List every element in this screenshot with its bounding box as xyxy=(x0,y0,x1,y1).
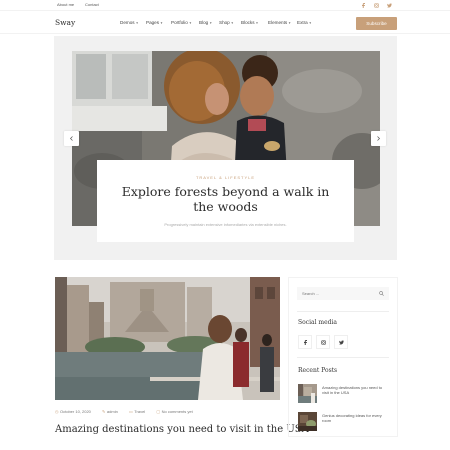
hero-title[interactable]: Explore forests beyond a walk in the woo… xyxy=(117,184,334,214)
divider xyxy=(297,311,389,312)
search-input[interactable] xyxy=(302,291,372,296)
nav-label: Blog xyxy=(199,20,209,25)
post-date-text: October 10, 2020 xyxy=(60,409,91,414)
chevron-right-icon xyxy=(377,136,380,141)
nav-label: Shop xyxy=(219,20,230,25)
nav-item-extra[interactable]: Extra▼ xyxy=(297,20,312,25)
pencil-icon: ✎ xyxy=(102,409,106,414)
recent-post-item[interactable]: Amazing destinations you need to visit i… xyxy=(298,384,390,404)
hero-next-button[interactable] xyxy=(371,131,386,146)
facebook-icon xyxy=(303,339,307,345)
nav-item-demos[interactable]: Demos▼ xyxy=(120,20,139,25)
social-media-title: Social media xyxy=(298,319,337,326)
search-icon[interactable] xyxy=(379,291,384,296)
post-meta: ◷ October 10, 2020 ✎ admin ▭ Travel ▢ No com… xyxy=(55,409,203,414)
nav-item-blocks[interactable]: Blocks▼ xyxy=(241,20,259,25)
instagram-icon[interactable] xyxy=(373,2,379,8)
post-author[interactable]: ✎ admin xyxy=(102,409,123,414)
hero-subtitle: Progressively maintain extensive infomed… xyxy=(164,222,287,227)
chevron-down-icon: ▼ xyxy=(188,21,192,25)
chevron-left-icon xyxy=(70,136,73,141)
chevron-down-icon: ▼ xyxy=(209,21,213,25)
about-me-link[interactable]: About me xyxy=(57,2,74,7)
nav-item-portfolio[interactable]: Portfolio▼ xyxy=(171,20,192,25)
sidebar-facebook-button[interactable] xyxy=(298,335,312,349)
nav-item-shop[interactable]: Shop▼ xyxy=(219,20,234,25)
hero-prev-button[interactable] xyxy=(64,131,79,146)
sidebar-twitter-button[interactable] xyxy=(334,335,348,349)
site-header: Sway Demos▼ Pages▼ Portfolio▼ Blog▼ Shop… xyxy=(0,10,450,34)
nav-label: Elements xyxy=(268,20,288,25)
recent-post-thumbnail[interactable] xyxy=(298,412,317,431)
chevron-down-icon: ▼ xyxy=(288,21,292,25)
search-box xyxy=(297,287,389,300)
clock-icon: ◷ xyxy=(55,409,59,414)
comment-icon: ▢ xyxy=(156,409,161,414)
twitter-icon[interactable] xyxy=(386,2,392,8)
chevron-down-icon: ▼ xyxy=(308,21,312,25)
nav-item-blog[interactable]: Blog▼ xyxy=(199,20,212,25)
nav-item-pages[interactable]: Pages▼ xyxy=(146,20,163,25)
post-date[interactable]: ◷ October 10, 2020 xyxy=(55,409,96,414)
contact-link[interactable]: Contact xyxy=(85,2,99,7)
recent-post-thumbnail[interactable] xyxy=(298,384,317,403)
post-title[interactable]: Amazing destinations you need to visit i… xyxy=(55,424,309,435)
nav-label: Demos xyxy=(120,20,135,25)
chevron-down-icon: ▼ xyxy=(255,21,259,25)
post-image[interactable] xyxy=(55,277,280,400)
nav-label: Pages xyxy=(146,20,160,25)
recent-post-item[interactable]: Genius decorating ideas for every room xyxy=(298,412,390,432)
nav-item-elements[interactable]: Elements▼ xyxy=(268,20,291,25)
facebook-icon[interactable] xyxy=(360,2,366,8)
recent-post-title[interactable]: Amazing destinations you need to visit i… xyxy=(322,385,390,395)
site-logo[interactable]: Sway xyxy=(55,18,75,27)
recent-posts-title: Recent Posts xyxy=(298,367,338,374)
nav-label: Portfolio xyxy=(171,20,188,25)
hero-category[interactable]: TRAVEL & LIFESTYLE xyxy=(97,175,354,180)
hero-card: TRAVEL & LIFESTYLE Explore forests beyon… xyxy=(97,160,354,242)
divider xyxy=(297,357,389,358)
folder-icon: ▭ xyxy=(128,409,133,414)
chevron-down-icon: ▼ xyxy=(135,21,139,25)
chevron-down-icon: ▼ xyxy=(160,21,164,25)
instagram-icon xyxy=(320,339,326,345)
twitter-icon xyxy=(338,340,344,344)
chevron-down-icon: ▼ xyxy=(230,21,234,25)
subscribe-button[interactable]: Subscribe xyxy=(356,17,397,30)
top-bar: About me Contact xyxy=(0,0,450,10)
post-comments-text: No comments yet xyxy=(161,409,193,414)
post-author-text: admin xyxy=(106,409,118,414)
post-category[interactable]: ▭ Travel xyxy=(129,409,150,414)
recent-post-title[interactable]: Genius decorating ideas for every room xyxy=(322,413,390,423)
post-category-text: Travel xyxy=(134,409,146,414)
nav-label: Blocks xyxy=(241,20,255,25)
sidebar-instagram-button[interactable] xyxy=(316,335,330,349)
post-comments[interactable]: ▢ No comments yet xyxy=(156,409,197,414)
nav-label: Extra xyxy=(297,20,308,25)
